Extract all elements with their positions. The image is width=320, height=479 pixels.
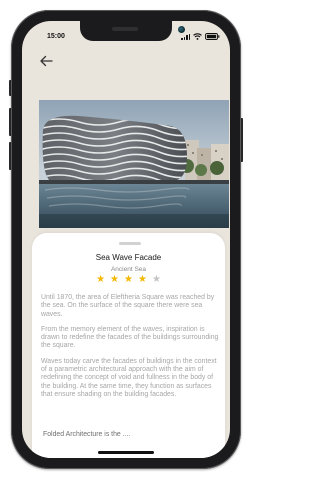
cellular-signal-icon [181, 33, 190, 40]
star-empty-icon: ★ [151, 274, 161, 285]
description-paragraph: Until 1870, the area of Eleftheria Squar… [41, 294, 215, 318]
earpiece-speaker [112, 27, 138, 31]
rating-stars: ★ ★ ★ ★ ★ [32, 274, 225, 286]
phone-screen: 15:00 Sea Wave Facade Ancient Sea ★ ★ ★ … [22, 21, 230, 458]
star-filled-icon: ★ [124, 274, 133, 285]
description-paragraph: Waves today carve the facades of buildin… [41, 357, 217, 398]
status-icons [181, 32, 220, 40]
notch [80, 21, 185, 41]
wifi-icon [193, 33, 202, 40]
battery-icon [205, 33, 220, 40]
description-more-text: Folded Architecture is the .... [43, 431, 131, 438]
project-image [39, 100, 229, 228]
app-canvas: 15:00 Sea Wave Facade Ancient Sea ★ ★ ★ … [0, 0, 251, 479]
star-filled-icon: ★ [110, 274, 120, 285]
arrow-left-icon[interactable] [39, 54, 53, 67]
description-paragraph: From the memory element of the waves, in… [41, 325, 219, 350]
front-camera [178, 26, 185, 33]
sheet-drag-handle[interactable] [119, 242, 141, 245]
project-title: Sea Wave Facade [95, 253, 162, 262]
status-time: 15:00 [47, 33, 65, 40]
star-filled-icon: ★ [137, 274, 147, 285]
project-details-sheet: Sea Wave Facade Ancient Sea ★ ★ ★ ★ ★ Until … [32, 233, 225, 458]
project-description: Until 1870, the area of Eleftheria Squar… [41, 294, 219, 406]
star-filled-icon: ★ [96, 274, 106, 285]
project-subtitle: Ancient Sea [110, 266, 147, 273]
home-indicator[interactable] [98, 451, 154, 454]
